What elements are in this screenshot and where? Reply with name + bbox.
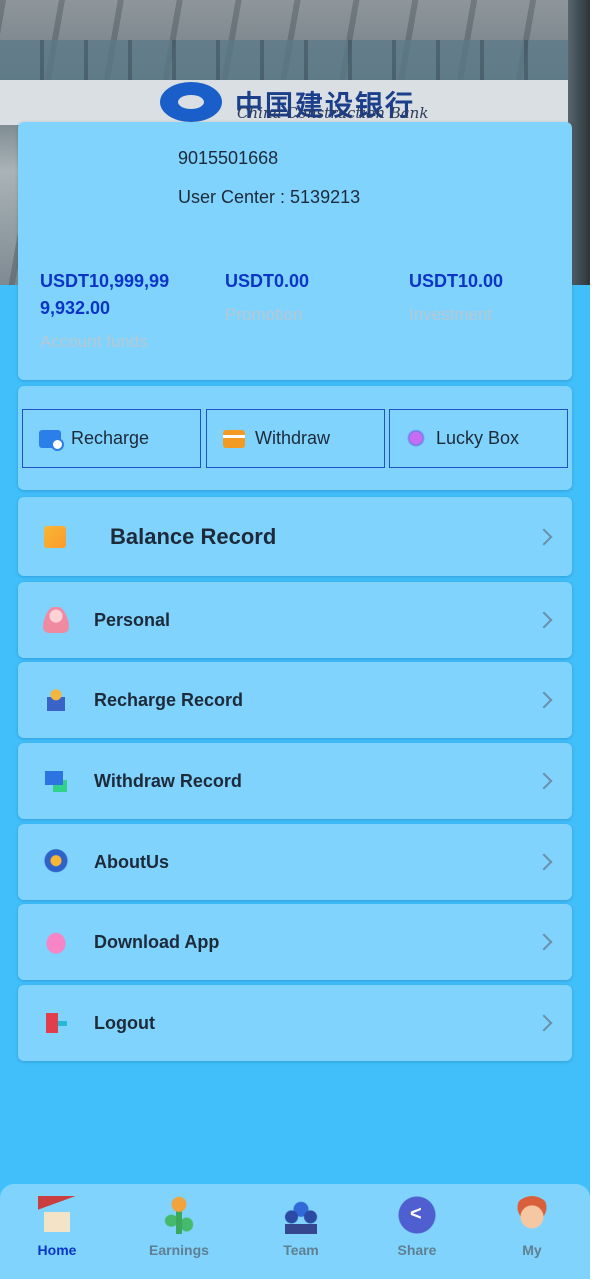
stat-promotion: USDT0.00 Promotion bbox=[225, 268, 375, 325]
stat-label: Investment bbox=[409, 305, 493, 324]
bank-name-en: China Construction Bank bbox=[237, 104, 429, 122]
recharge-button[interactable]: Recharge bbox=[22, 409, 201, 468]
user-center-id: User Center : 5139213 bbox=[178, 187, 361, 207]
gem-icon bbox=[406, 429, 426, 448]
home-icon bbox=[38, 1196, 76, 1234]
menu-item-label: Balance Record bbox=[110, 523, 277, 549]
menu-item-personal[interactable]: Personal bbox=[18, 582, 572, 658]
scrollbar-gutter bbox=[590, 0, 595, 1279]
menu-item-recharge-record[interactable]: Recharge Record bbox=[18, 662, 572, 738]
share-icon bbox=[398, 1196, 436, 1234]
chevron-right-icon bbox=[535, 772, 553, 790]
menu-item-label: Withdraw Record bbox=[94, 770, 242, 791]
menu-item-logout[interactable]: Logout bbox=[18, 985, 572, 1061]
user-info-card: 9015501668 User Center : 5139213 USDT10,… bbox=[18, 122, 572, 380]
nav-my[interactable]: My bbox=[487, 1196, 577, 1258]
menu-item-label: AboutUs bbox=[94, 851, 169, 872]
wallet-icon bbox=[39, 429, 64, 451]
chevron-right-icon bbox=[535, 853, 553, 871]
recharge-record-icon bbox=[43, 687, 69, 713]
chevron-right-icon bbox=[535, 611, 553, 629]
nav-home[interactable]: Home bbox=[12, 1196, 102, 1258]
withdraw-button[interactable]: Withdraw bbox=[206, 409, 385, 468]
user-phone: 9015501668 bbox=[178, 148, 279, 168]
stat-label: Promotion bbox=[225, 305, 303, 324]
chevron-right-icon bbox=[535, 528, 553, 545]
nav-label: Share bbox=[397, 1242, 437, 1258]
card-icon bbox=[223, 429, 245, 448]
menu-item-label: Download App bbox=[94, 931, 220, 952]
chevron-right-icon bbox=[535, 1014, 553, 1032]
menu-item-balance-record[interactable]: Balance Record bbox=[18, 497, 572, 576]
stat-value: USDT0.00 bbox=[225, 271, 310, 291]
stat-account-funds: USDT10,999,999,932.00 Account funds bbox=[40, 268, 180, 352]
lucky-box-button-label: Lucky Box bbox=[436, 428, 520, 448]
chevron-right-icon bbox=[535, 933, 553, 951]
quick-actions-card: Recharge Withdraw Lucky Box bbox=[18, 386, 572, 490]
menu-item-download-app[interactable]: Download App bbox=[18, 904, 572, 980]
nav-label: Team bbox=[283, 1242, 319, 1258]
bottom-navigation: Home Earnings Team Share My bbox=[0, 1184, 590, 1279]
recharge-button-label: Recharge bbox=[71, 428, 150, 448]
about-icon bbox=[43, 849, 69, 875]
nav-label: My bbox=[522, 1242, 542, 1258]
balance-record-icon bbox=[44, 525, 66, 548]
stat-value: USDT10,999,999,932.00 bbox=[40, 271, 170, 318]
chevron-right-icon bbox=[535, 691, 553, 709]
bank-logo-icon bbox=[160, 82, 222, 122]
withdraw-record-icon bbox=[43, 768, 69, 794]
team-icon bbox=[282, 1196, 320, 1234]
menu-item-withdraw-record[interactable]: Withdraw Record bbox=[18, 743, 572, 819]
stat-label: Account funds bbox=[40, 332, 148, 351]
stat-investment: USDT10.00 Investment bbox=[409, 268, 559, 325]
android-icon bbox=[43, 929, 69, 955]
nav-label: Earnings bbox=[149, 1242, 209, 1258]
menu-item-label: Recharge Record bbox=[94, 689, 244, 710]
menu-item-label: Logout bbox=[94, 1012, 155, 1033]
nav-share[interactable]: Share bbox=[372, 1196, 462, 1258]
logout-icon bbox=[43, 1010, 69, 1036]
person-icon bbox=[43, 607, 69, 633]
nav-label: Home bbox=[37, 1242, 77, 1258]
nav-earnings[interactable]: Earnings bbox=[134, 1196, 224, 1258]
stat-value: USDT10.00 bbox=[409, 271, 504, 291]
avatar-icon bbox=[513, 1196, 551, 1234]
withdraw-button-label: Withdraw bbox=[255, 428, 331, 448]
nav-team[interactable]: Team bbox=[256, 1196, 346, 1258]
menu-item-label: Personal bbox=[94, 609, 171, 630]
menu-item-about-us[interactable]: AboutUs bbox=[18, 824, 572, 900]
earnings-icon bbox=[160, 1196, 198, 1234]
lucky-box-button[interactable]: Lucky Box bbox=[389, 409, 568, 468]
